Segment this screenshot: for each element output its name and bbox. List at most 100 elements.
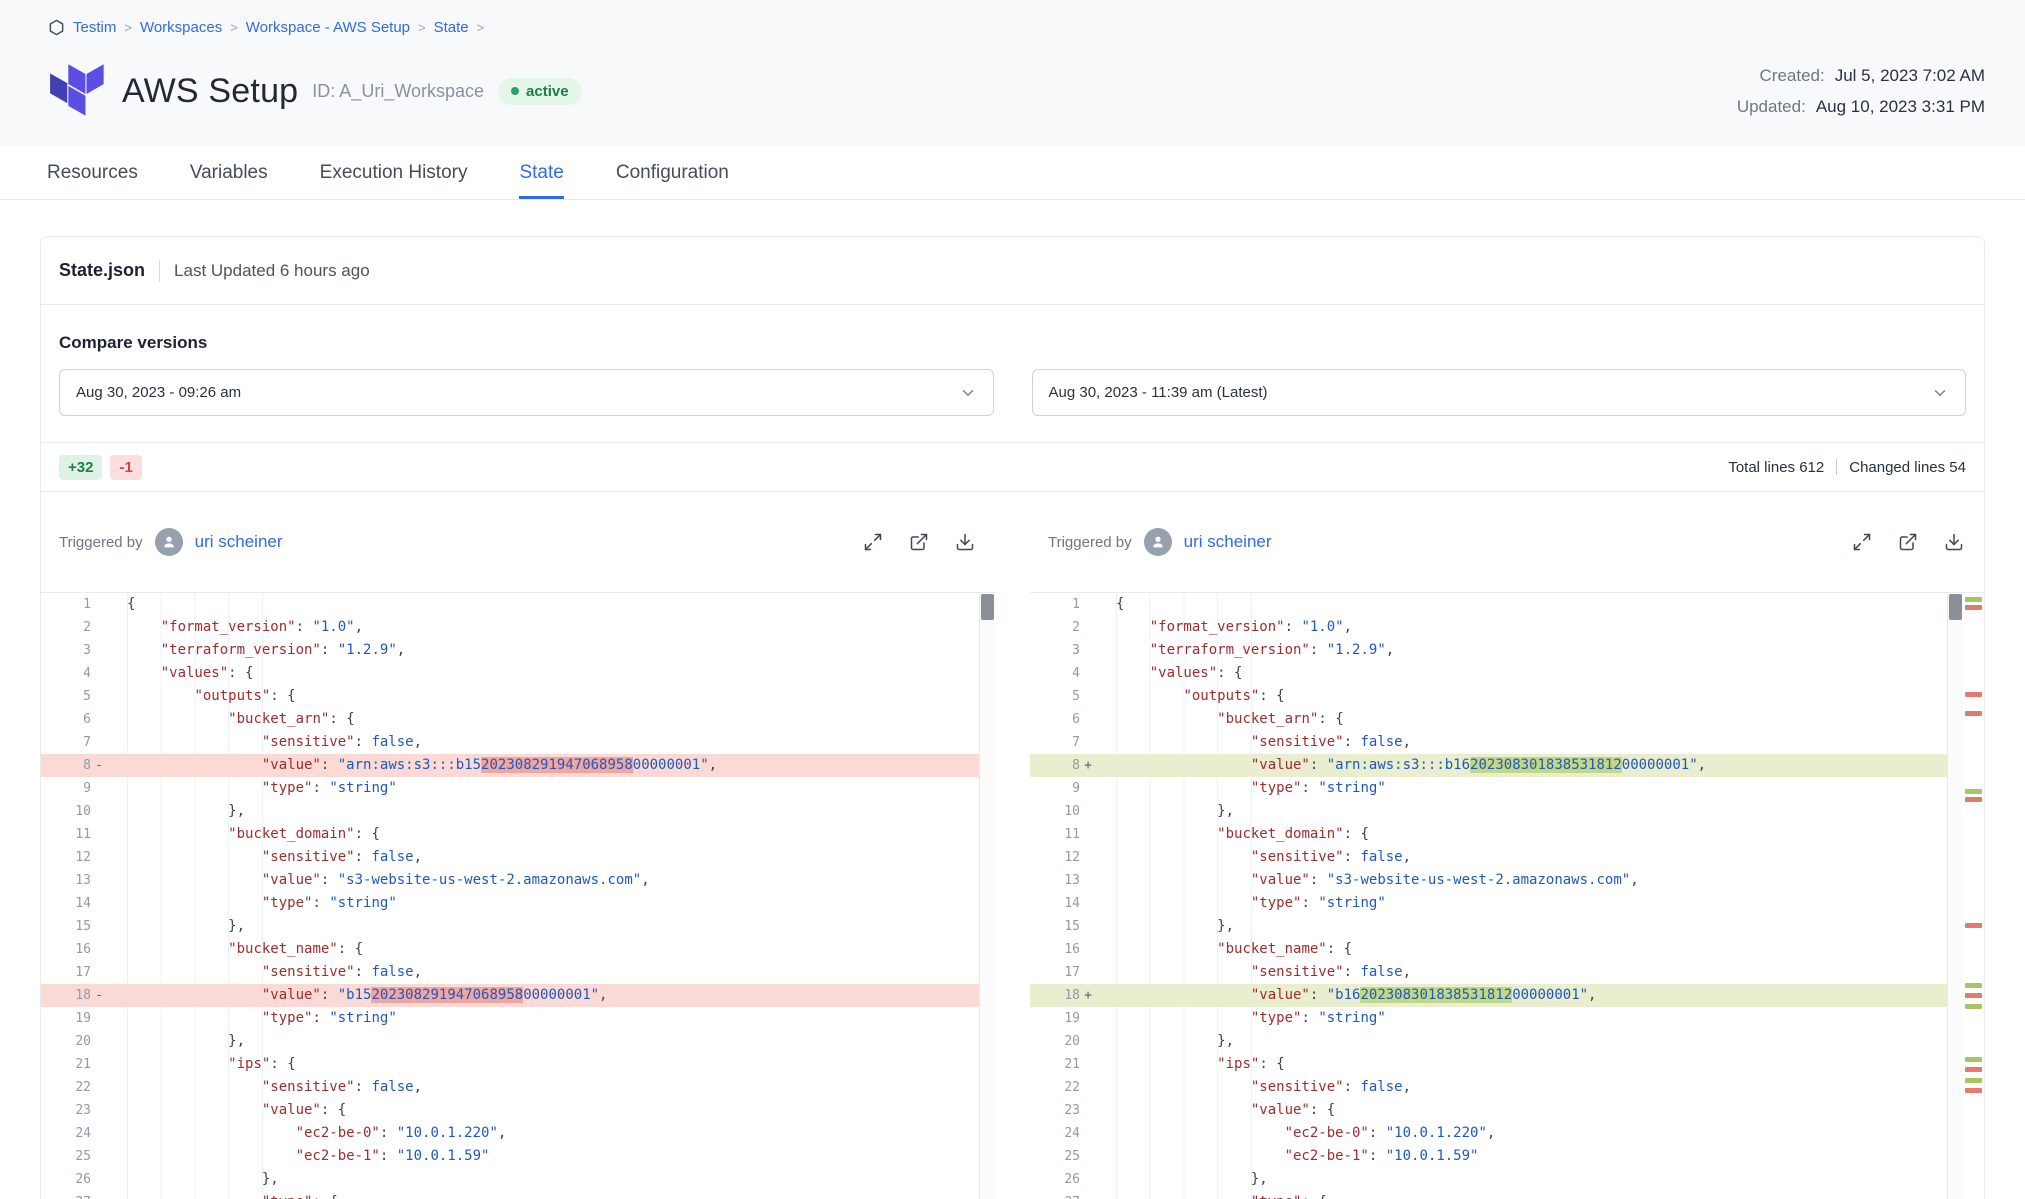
code-line-20: 20 },: [1030, 1030, 1984, 1053]
line-number: 5: [1030, 685, 1080, 708]
diff-marker: [1080, 1053, 1096, 1076]
scrollbar[interactable]: [1947, 593, 1963, 1199]
code-text: "type": "string": [107, 1007, 397, 1030]
user-link[interactable]: uri scheiner: [195, 532, 283, 552]
diff-marker: [91, 685, 107, 708]
version-select-left[interactable]: Aug 30, 2023 - 09:26 am: [59, 369, 994, 416]
code-line-26: 26 },: [1030, 1168, 1984, 1191]
tab-variables[interactable]: Variables: [190, 146, 268, 199]
breadcrumb-link[interactable]: State: [434, 19, 469, 36]
diff-marker: [1080, 892, 1096, 915]
file-header-row: State.json Last Updated 6 hours ago: [41, 237, 1984, 305]
version-select-left-value: Aug 30, 2023 - 09:26 am: [76, 384, 241, 401]
external-link-icon[interactable]: [1898, 532, 1918, 552]
divider: [159, 260, 160, 282]
expand-icon[interactable]: [863, 532, 883, 552]
tab-execution-history[interactable]: Execution History: [320, 146, 468, 199]
code-lines: 1{2 "format_version": "1.0",3 "terraform…: [1030, 593, 1984, 1199]
code-line-21: 21 "ips": {: [41, 1053, 995, 1076]
version-select-right-value: Aug 30, 2023 - 11:39 am (Latest): [1049, 384, 1268, 401]
minimap-mark: [1965, 923, 1982, 928]
version-select-right[interactable]: Aug 30, 2023 - 11:39 am (Latest): [1032, 369, 1967, 416]
line-number: 1: [41, 593, 91, 616]
code-line-20: 20 },: [41, 1030, 995, 1053]
diff-marker: [91, 777, 107, 800]
code-line-19: 19 "type": "string": [41, 1007, 995, 1030]
download-icon[interactable]: [955, 532, 975, 552]
breadcrumb-link[interactable]: Workspaces: [140, 19, 222, 36]
code-text: {: [107, 593, 135, 616]
code-line-7: 7 "sensitive": false,: [41, 731, 995, 754]
code-line-7: 7 "sensitive": false,: [1030, 731, 1984, 754]
diff-marker: [91, 662, 107, 685]
code-text: "value": "s3-website-us-west-2.amazonaws…: [107, 869, 650, 892]
code-text: "sensitive": false,: [107, 1076, 422, 1099]
expand-icon[interactable]: [1852, 532, 1872, 552]
chevron-down-icon: [959, 384, 977, 402]
breadcrumb-chevron-icon: >: [418, 20, 426, 35]
scrollbar-thumb[interactable]: [1949, 594, 1962, 620]
diff-marker: [91, 639, 107, 662]
code-text: "bucket_name": {: [1096, 938, 1352, 961]
code-line-15: 15 },: [41, 915, 995, 938]
diff-marker: [91, 846, 107, 869]
code-line-4: 4 "values": {: [1030, 662, 1984, 685]
code-line-8: 8- "value": "arn:aws:s3:::b1520230829194…: [41, 754, 995, 777]
tab-resources[interactable]: Resources: [47, 146, 138, 199]
terraform-logo-icon: [48, 62, 104, 120]
breadcrumb-link[interactable]: Workspace - AWS Setup: [246, 19, 410, 36]
scrollbar-thumb[interactable]: [981, 594, 994, 620]
code-text: "ips": {: [1096, 1053, 1285, 1076]
code-text: "ec2-be-1": "10.0.1.59": [1096, 1145, 1478, 1168]
title-row: AWS Setup ID: A_Uri_Workspace active Cre…: [48, 56, 1985, 126]
code-line-21: 21 "ips": {: [1030, 1053, 1984, 1076]
code-line-18: 18- "value": "b1520230829194706895800000…: [41, 984, 995, 1007]
line-number: 13: [41, 869, 91, 892]
line-number: 18: [41, 984, 91, 1007]
state-card: State.json Last Updated 6 hours ago Comp…: [40, 236, 1985, 1199]
code-line-24: 24 "ec2-be-0": "10.0.1.220",: [1030, 1122, 1984, 1145]
code-line-16: 16 "bucket_name": {: [41, 938, 995, 961]
pane-actions: [1852, 532, 1964, 552]
line-number: 21: [1030, 1053, 1080, 1076]
diff-marker: [91, 1076, 107, 1099]
code-pane-right: 1{2 "format_version": "1.0",3 "terraform…: [1030, 592, 1984, 1199]
diff-marker: [91, 938, 107, 961]
diff-marker: [1080, 823, 1096, 846]
code-line-1: 1{: [41, 593, 995, 616]
line-number: 16: [1030, 938, 1080, 961]
breadcrumb-link[interactable]: Testim: [73, 19, 116, 36]
code-line-2: 2 "format_version": "1.0",: [41, 616, 995, 639]
code-text: "values": {: [107, 662, 253, 685]
diff-marker: [1080, 1191, 1096, 1199]
external-link-icon[interactable]: [909, 532, 929, 552]
code-text: "values": {: [1096, 662, 1242, 685]
minimap-mark: [1965, 1004, 1982, 1009]
code-text: },: [1096, 800, 1234, 823]
diff-marker: [91, 731, 107, 754]
code-line-25: 25 "ec2-be-1": "10.0.1.59": [1030, 1145, 1984, 1168]
diff-marker: [91, 1145, 107, 1168]
diff-marker: -: [91, 984, 107, 1007]
line-number: 9: [1030, 777, 1080, 800]
chevron-down-icon: [1931, 384, 1949, 402]
tab-configuration[interactable]: Configuration: [616, 146, 729, 199]
line-number: 4: [41, 662, 91, 685]
user-link[interactable]: uri scheiner: [1184, 532, 1272, 552]
code-line-15: 15 },: [1030, 915, 1984, 938]
code-text: },: [1096, 1168, 1268, 1191]
code-line-12: 12 "sensitive": false,: [41, 846, 995, 869]
tab-state[interactable]: State: [519, 146, 563, 199]
code-line-25: 25 "ec2-be-1": "10.0.1.59": [41, 1145, 995, 1168]
line-number: 4: [1030, 662, 1080, 685]
line-number: 14: [1030, 892, 1080, 915]
line-number: 2: [41, 616, 91, 639]
code-text: "sensitive": false,: [1096, 731, 1411, 754]
code-line-14: 14 "type": "string": [41, 892, 995, 915]
scrollbar[interactable]: [979, 593, 995, 1199]
diff-marker: [91, 616, 107, 639]
code-pane-left: 1{2 "format_version": "1.0",3 "terraform…: [41, 592, 995, 1199]
minimap-mark: [1965, 797, 1982, 802]
code-text: "value": "b1620230830183853181200000001"…: [1096, 984, 1596, 1007]
download-icon[interactable]: [1944, 532, 1964, 552]
